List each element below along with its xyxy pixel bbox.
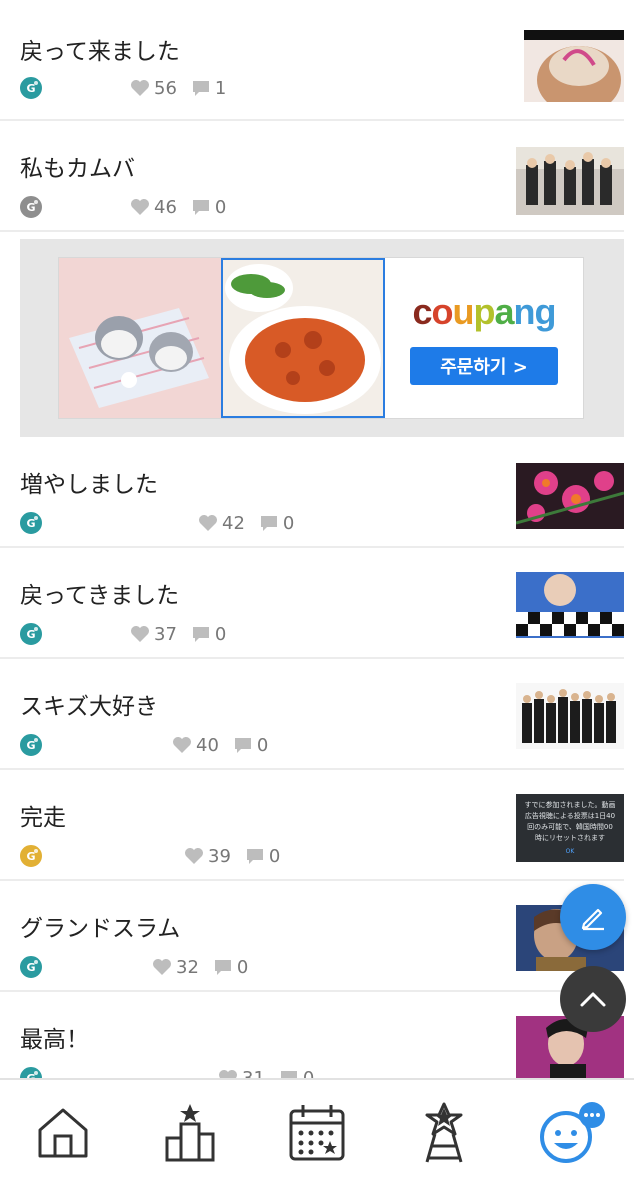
ad-product-image-plush[interactable]: [59, 258, 221, 418]
ad-brand-panel[interactable]: coupang 주문하기 >: [385, 258, 583, 418]
comment-count: 0: [213, 957, 248, 978]
post-meta: G 56 1: [20, 76, 226, 100]
chart-icon: [165, 1104, 215, 1162]
chevron-up-icon: [580, 992, 606, 1007]
thumbnail-popup-ok: OK: [565, 848, 575, 855]
post-meta: G 37 0: [20, 622, 226, 646]
grade-badge-icon: G: [20, 512, 42, 534]
grade-badge-icon: G: [20, 77, 42, 99]
comment-count: 1: [191, 78, 226, 99]
post-thumbnail[interactable]: [516, 463, 624, 529]
heart-icon: [131, 199, 149, 215]
tab-calendar[interactable]: [282, 1098, 352, 1168]
post-thumbnail[interactable]: すでに参加されました。動画広告視聴による投票は1日40回のみ可能で、韓国時間00…: [516, 794, 624, 862]
scroll-to-top-button[interactable]: [560, 966, 626, 1032]
heart-icon: [131, 626, 149, 642]
post-title[interactable]: 戻ってきました: [20, 576, 179, 610]
list-item[interactable]: スキズ大好き G 40 0: [0, 659, 624, 770]
comment-count: 0: [279, 1068, 314, 1078]
coupang-logo: coupang: [412, 291, 556, 332]
post-thumbnail[interactable]: [516, 683, 624, 749]
comment-count: 0: [191, 624, 226, 645]
list-item[interactable]: 私もカムバ G 46 0: [0, 121, 624, 232]
idol-tower-icon: [425, 1102, 463, 1163]
grade-badge-icon: G: [20, 623, 42, 645]
comment-count: 0: [233, 735, 268, 756]
list-item[interactable]: 完走 G 39 0 すでに参加されました。動画広告視聴による投票は1日40回のみ…: [0, 770, 624, 881]
list-item[interactable]: 戻って来ました G 56 1: [0, 0, 624, 121]
comment-icon: [214, 960, 231, 975]
grade-badge-icon: G: [20, 956, 42, 978]
grade-badge-icon: G: [20, 196, 42, 218]
heart-icon: [153, 959, 171, 975]
home-icon: [38, 1108, 88, 1158]
heart-icon: [173, 737, 191, 753]
community-icon: [539, 1102, 605, 1163]
heart-icon: [219, 1070, 237, 1078]
like-count: 42: [198, 513, 245, 534]
tab-community[interactable]: [536, 1098, 606, 1168]
tab-home[interactable]: [28, 1098, 98, 1168]
tab-idol-tower[interactable]: [409, 1098, 479, 1168]
write-post-button[interactable]: [560, 884, 626, 950]
pencil-icon: [581, 908, 604, 931]
like-count: 40: [172, 735, 219, 756]
heart-icon: [131, 80, 149, 96]
comment-icon: [246, 849, 263, 864]
ad-product-image-food[interactable]: [221, 258, 385, 418]
comment-icon: [192, 627, 209, 642]
post-title[interactable]: 最高！: [20, 1020, 89, 1054]
calendar-icon: [289, 1105, 345, 1161]
comment-icon: [260, 516, 277, 531]
post-meta: G 31 0: [20, 1066, 314, 1078]
post-meta: G 32 0: [20, 955, 248, 979]
like-count: 46: [130, 197, 177, 218]
post-title[interactable]: グランドスラム: [20, 909, 180, 943]
like-count: 31: [218, 1068, 265, 1078]
post-feed: 戻って来ました G 56 1 私もカムバ G 46 0 coupang 주문하기…: [0, 0, 634, 1078]
bottom-tab-bar: [0, 1078, 634, 1200]
like-count: 32: [152, 957, 199, 978]
tab-chart[interactable]: [155, 1098, 225, 1168]
comment-icon: [192, 200, 209, 215]
heart-icon: [185, 848, 203, 864]
comment-count: 0: [259, 513, 294, 534]
list-item[interactable]: 戻ってきました G 37 0: [0, 548, 624, 659]
post-title[interactable]: 完走: [20, 798, 66, 832]
post-meta: G 46 0: [20, 195, 226, 219]
post-meta: G 42 0: [20, 511, 294, 535]
thumbnail-popup-text: すでに参加されました。動画広告視聴による投票は1日40回のみ可能で、韓国時間00…: [524, 801, 616, 842]
comment-icon: [192, 81, 209, 96]
like-count: 37: [130, 624, 177, 645]
post-title[interactable]: 私もカムバ: [20, 149, 135, 183]
ad-order-button[interactable]: 주문하기 >: [410, 347, 558, 385]
post-meta: G 40 0: [20, 733, 268, 757]
comment-count: 0: [245, 846, 280, 867]
post-title[interactable]: スキズ大好き: [20, 687, 158, 721]
post-thumbnail[interactable]: [516, 572, 624, 638]
post-title[interactable]: 戻って来ました: [20, 32, 180, 66]
grade-badge-icon: G: [20, 1067, 42, 1078]
ad-content[interactable]: coupang 주문하기 >: [58, 257, 584, 419]
comment-icon: [234, 738, 251, 753]
post-thumbnail[interactable]: [524, 30, 624, 102]
post-thumbnail[interactable]: [516, 147, 624, 215]
list-item[interactable]: 最高！ G 31 0: [0, 992, 624, 1078]
post-meta: G 39 0: [20, 844, 280, 868]
heart-icon: [199, 515, 217, 531]
ad-banner[interactable]: coupang 주문하기 >: [20, 239, 624, 437]
grade-badge-icon: G: [20, 734, 42, 756]
like-count: 39: [184, 846, 231, 867]
comment-icon: [280, 1071, 297, 1078]
post-title[interactable]: 増やしました: [20, 465, 158, 499]
like-count: 56: [130, 78, 177, 99]
comment-count: 0: [191, 197, 226, 218]
grade-badge-icon: G: [20, 845, 42, 867]
list-item[interactable]: 増やしました G 42 0: [0, 437, 624, 548]
list-item[interactable]: グランドスラム G 32 0: [0, 881, 624, 992]
